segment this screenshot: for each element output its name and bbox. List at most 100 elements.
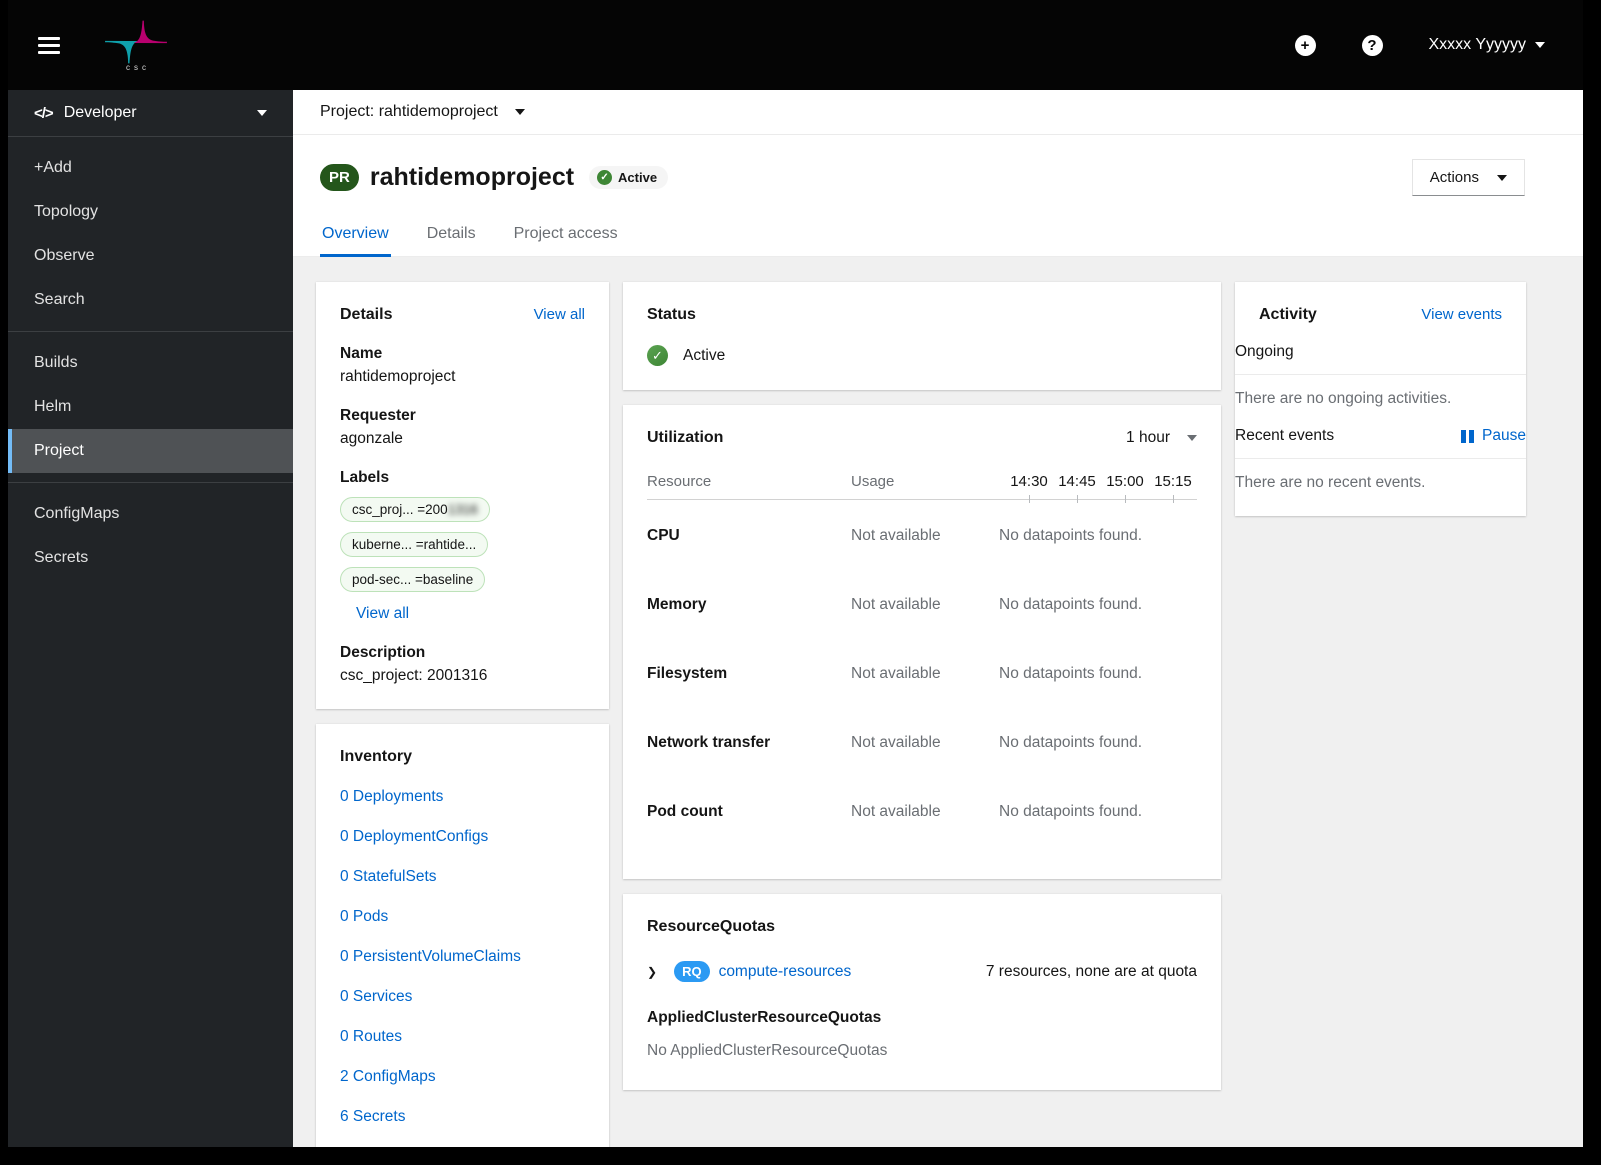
utilization-row: Filesystem Not available No datapoints f… [647,665,1143,682]
ongoing-empty-text: There are no ongoing activities. [1235,390,1452,407]
utilization-table-header: Resource Usage 14:30 14:45 15:00 15:15 [647,473,1197,503]
label-chip[interactable]: csc_proj... =2001316 [340,497,490,522]
utilization-card: Utilization 1 hour Resource Usage 14:30 … [623,405,1221,879]
name-value: rahtidemoproject [340,368,456,385]
redacted-text: 1316 [447,502,478,517]
inventory-pvcs-link[interactable]: 0 PersistentVolumeClaims [340,948,585,966]
requester-value: agonzale [340,430,403,447]
resource-column-header: Resource [647,473,712,490]
project-resource-badge: PR [320,164,359,191]
chevron-down-icon [257,110,267,116]
inventory-statefulsets-link[interactable]: 0 StatefulSets [340,868,585,886]
check-circle-icon: ✓ [597,170,613,185]
sidebar-item-builds[interactable]: Builds [8,341,293,385]
inventory-secrets-link[interactable]: 6 Secrets [340,1108,585,1126]
resourcequotas-card: ResourceQuotas ❯ RQ compute-resources 7 … [623,894,1221,1090]
sidebar-item-observe[interactable]: Observe [8,234,293,278]
project-selector-label: Project: rahtidemoproject [320,103,498,120]
tab-bar: Overview Details Project access [293,216,1583,257]
sidebar: </> Developer +Add Topology Observe Sear… [8,90,293,1147]
chevron-down-icon [1535,42,1545,48]
inventory-configmaps-link[interactable]: 2 ConfigMaps [340,1068,585,1086]
time-tick: 15:00 [1101,473,1149,503]
perspective-label: Developer [63,104,137,121]
inventory-deployments-link[interactable]: 0 Deployments [340,788,585,806]
code-icon: </> [34,104,54,122]
status-badge: ✓ Active [589,166,669,189]
resourcequota-kind-badge: RQ [674,961,710,982]
requester-label: Requester [340,407,416,424]
tab-details[interactable]: Details [425,216,478,257]
csc-logo-text: csc [126,62,150,72]
hamburger-icon [38,36,60,40]
sidebar-item-topology[interactable]: Topology [8,190,293,234]
time-tick: 15:15 [1149,473,1197,503]
nav-group-config: ConfigMaps Secrets [8,482,293,589]
utilization-card-title: Utilization [647,429,724,446]
masthead: csc + ? Xxxxx Yyyyyy [8,0,1583,90]
perspective-switcher[interactable]: </> Developer [8,90,293,137]
sidebar-item-secrets[interactable]: Secrets [8,536,293,580]
time-tick: 14:45 [1053,473,1101,503]
pause-events-button[interactable]: Pause [1461,427,1526,445]
inventory-deploymentconfigs-link[interactable]: 0 DeploymentConfigs [340,828,585,846]
csc-logo-icon [105,20,167,63]
chevron-down-icon [514,109,525,115]
user-menu-label: Xxxxx Yyyyyy [1428,36,1527,53]
overview-content: Details View all Name rahtidemoproject R… [293,257,1583,1147]
inventory-pods-link[interactable]: 0 Pods [340,908,585,926]
main-content: Project: rahtidemoproject PR rahtidemopr… [293,90,1583,1147]
sidebar-item-add[interactable]: +Add [8,146,293,190]
details-card: Details View all Name rahtidemoproject R… [316,282,609,709]
labels-label: Labels [340,469,390,486]
resourcequota-status: 7 resources, none are at quota [985,962,1197,980]
resourcequota-link[interactable]: compute-resources [719,963,852,981]
details-view-all-link[interactable]: View all [534,306,585,323]
utilization-row: Pod count Not available No datapoints fo… [647,803,1143,820]
status-badge-label: Active [618,170,658,185]
sidebar-item-project[interactable]: Project [8,429,293,473]
sidebar-item-search[interactable]: Search [8,278,293,322]
utilization-row: CPU Not available No datapoints found. [647,527,1143,544]
labels-view-all-link[interactable]: View all [356,605,409,623]
sidebar-item-configmaps[interactable]: ConfigMaps [8,492,293,536]
activity-card: Activity View events Ongoing There are n… [1235,282,1526,516]
resourcequota-row: ❯ RQ compute-resources 7 resources, none… [647,961,1197,982]
expand-chevron-icon[interactable]: ❯ [647,965,657,979]
utilization-row: Network transfer Not available No datapo… [647,734,1143,751]
description-value: csc_project: 2001316 [340,667,488,684]
duration-dropdown[interactable]: 1 hour [1126,429,1197,447]
chevron-down-icon [1187,435,1197,441]
status-value: Active [683,346,726,364]
nav-group-main: +Add Topology Observe Search [8,137,293,331]
project-selector-bar: Project: rahtidemoproject [293,90,1583,135]
pause-button-label: Pause [1482,427,1526,444]
check-circle-icon: ✓ [647,345,668,366]
tab-overview[interactable]: Overview [320,216,391,257]
create-plus-icon[interactable]: + [1294,34,1316,56]
help-icon[interactable]: ? [1361,34,1383,56]
inventory-routes-link[interactable]: 0 Routes [340,1028,585,1046]
status-card: Status ✓ Active [623,282,1221,390]
time-axis: 14:30 14:45 15:00 15:15 [1005,473,1197,503]
tab-project-access[interactable]: Project access [512,216,620,257]
status-card-title: Status [647,306,696,323]
app-window: csc + ? Xxxxx Yyyyyy </> Developer +Add … [8,0,1583,1147]
label-chip[interactable]: kuberne... =rahtide... [340,532,489,557]
view-events-link[interactable]: View events [1421,306,1502,323]
sidebar-item-helm[interactable]: Helm [8,385,293,429]
user-menu[interactable]: Xxxxx Yyyyyy [1428,36,1545,54]
utilization-row: Memory Not available No datapoints found… [647,596,1143,613]
applied-quotas-title: AppliedClusterResourceQuotas [647,1009,882,1026]
csc-logo: csc [104,19,168,72]
actions-button[interactable]: Actions [1411,159,1525,196]
inventory-card-title: Inventory [340,748,413,765]
duration-value: 1 hour [1126,429,1170,446]
activity-card-title: Activity [1259,306,1317,323]
label-chip[interactable]: pod-sec... =baseline [340,567,486,592]
nav-group-resources: Builds Helm Project [8,331,293,482]
project-selector[interactable]: Project: rahtidemoproject [320,103,525,121]
inventory-services-link[interactable]: 0 Services [340,988,585,1006]
nav-toggle-button[interactable] [38,36,60,54]
details-card-title: Details [340,306,393,323]
